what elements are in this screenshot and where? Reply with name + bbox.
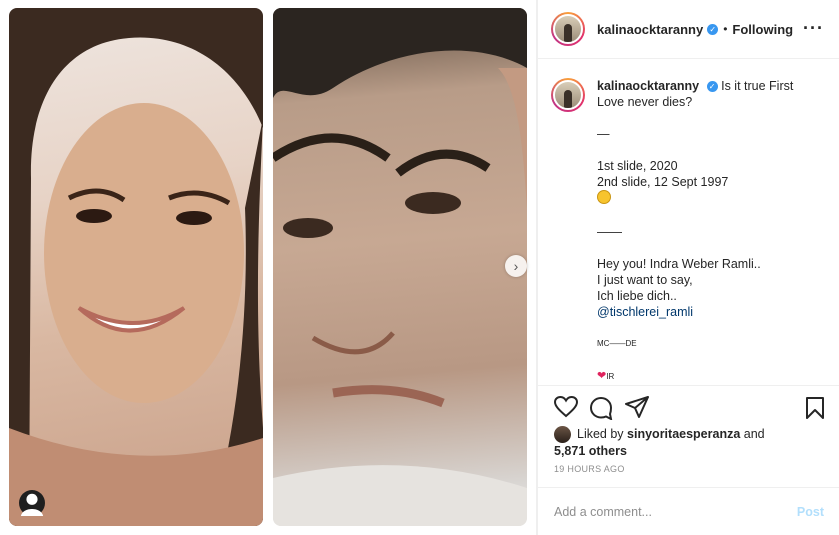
caption-area: kalinaocktaranny ✓ Is it true First Love… [538, 60, 839, 384]
photo-woman-selfie [9, 8, 263, 526]
action-bar [538, 385, 839, 429]
caption-line: Ich liebe dich.. [597, 289, 677, 303]
like-icon[interactable] [553, 395, 579, 423]
username-link[interactable]: kalinaocktaranny [597, 22, 703, 37]
verified-icon: ✓ [706, 81, 718, 93]
comment-input[interactable] [554, 504, 797, 519]
post-header: kalinaocktaranny ✓ • Following ··· [538, 0, 839, 59]
tagged-user-icon[interactable] [19, 490, 45, 516]
post-sidebar: kalinaocktaranny ✓ • Following ··· kalin… [537, 0, 839, 535]
post-media: › [0, 0, 537, 535]
share-icon[interactable] [625, 396, 649, 423]
comment-bar: Post [538, 487, 839, 535]
likes-summary: Liked by sinyoritaesperanza and 5,871 ot… [554, 426, 765, 459]
caption-line: Love never dies? [597, 95, 693, 109]
photo-man-closeup [273, 8, 527, 526]
mention-link[interactable]: @tischlerei_ramli [597, 304, 817, 320]
caption-line [597, 110, 817, 126]
caption-line: I just want to say, [597, 273, 693, 287]
caption-signoff-ir: ❤IR [597, 370, 615, 382]
bookmark-icon[interactable] [805, 396, 825, 425]
caption-text: kalinaocktaranny ✓ Is it true First Love… [597, 78, 817, 384]
separator-dot: • [723, 22, 728, 36]
heart-emoji-icon: ❤ [597, 370, 607, 382]
caption-line: 1st slide, 2020 [597, 159, 678, 173]
caption-line: Hey you! Indra Weber Ramli.. [597, 257, 761, 271]
others-link[interactable]: 5,871 others [554, 444, 627, 458]
following-button[interactable]: Following [732, 22, 793, 37]
caption-line: 2nd slide, 12 Sept 1997 [597, 175, 729, 189]
liker-username[interactable]: sinyoritaesperanza [627, 427, 740, 441]
caption-avatar[interactable] [551, 78, 585, 112]
next-slide-button[interactable]: › [505, 255, 527, 277]
avatar[interactable] [551, 12, 585, 46]
caption-divider: —— [597, 225, 622, 239]
smile-emoji-icon [597, 190, 817, 208]
caption-line [597, 142, 817, 158]
caption-username[interactable]: kalinaocktaranny [597, 79, 699, 93]
caption-signoff: MC——DE [597, 339, 637, 348]
caption-line: — [597, 127, 610, 141]
post-button[interactable]: Post [797, 505, 824, 519]
more-options-icon[interactable]: ··· [803, 18, 824, 39]
caption-line [597, 208, 817, 224]
liker-avatar[interactable] [554, 426, 571, 444]
verified-icon: ✓ [707, 23, 719, 35]
post-timestamp[interactable]: 19 HOURS AGO [554, 464, 625, 474]
caption-line: Is it true First [721, 79, 794, 93]
comment-icon[interactable] [589, 396, 613, 425]
